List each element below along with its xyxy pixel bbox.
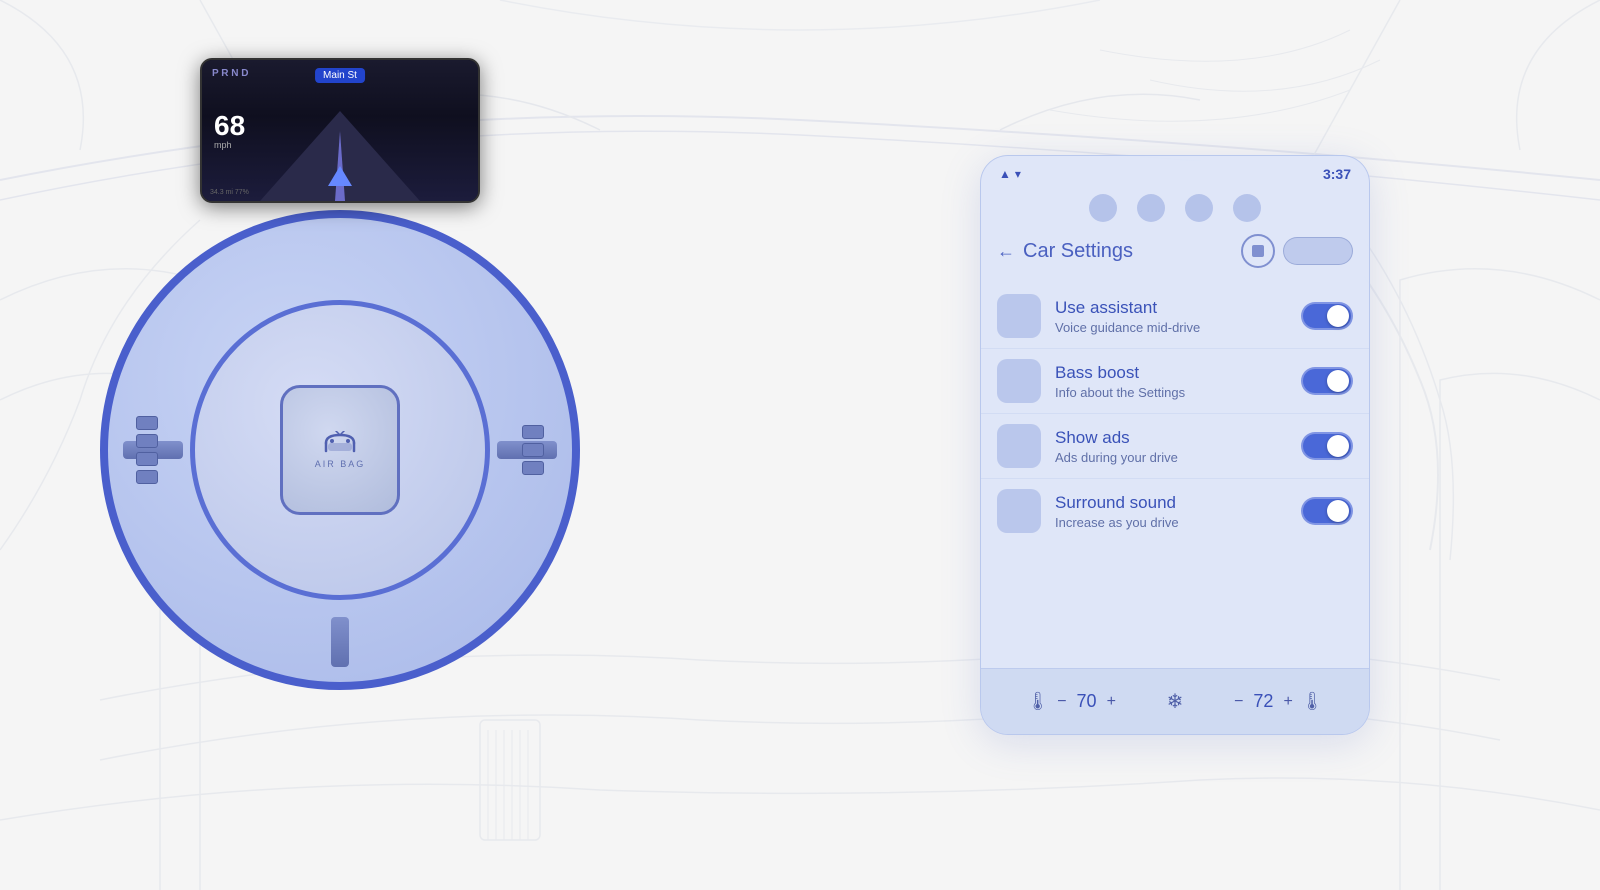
item-title-surround-sound: Surround sound	[1055, 493, 1287, 513]
ctrl-btn-6	[522, 443, 544, 457]
spoke-bottom	[331, 617, 349, 667]
ctrl-btn-4	[136, 470, 158, 484]
climate-group-right: − 72 + 🌡	[1234, 691, 1324, 712]
ctrl-btn-5	[522, 425, 544, 439]
steering-hub: AIR BAG	[280, 385, 400, 515]
item-icon-show-ads	[997, 424, 1041, 468]
fan-icon: ❄	[1167, 689, 1184, 714]
settings-item-bass-boost: Bass boost Info about the Settings	[981, 349, 1369, 414]
status-icons: ▲ ▾	[999, 167, 1021, 181]
toggle-show-ads[interactable]	[1301, 432, 1353, 460]
item-subtitle-show-ads: Ads during your drive	[1055, 450, 1287, 465]
stop-button[interactable]	[1241, 234, 1275, 268]
item-content-show-ads: Show ads Ads during your drive	[1055, 428, 1287, 465]
dot-btn-3[interactable]	[1185, 194, 1213, 222]
dot-btn-2[interactable]	[1137, 194, 1165, 222]
toggle-use-assistant[interactable]	[1301, 302, 1353, 330]
settings-item-use-assistant: Use assistant Voice guidance mid-drive	[981, 284, 1369, 349]
gear-indicator: P R N D	[212, 68, 249, 79]
toggle-knob-surround-sound	[1327, 500, 1349, 522]
header-right	[1241, 234, 1353, 268]
wheel-controls-right	[522, 425, 544, 475]
steering-wheel-outer: P R N D Main St 68 mph 34.3 mi 77%	[100, 210, 580, 690]
back-button[interactable]: ← Car Settings	[997, 240, 1133, 263]
heat-right-icon: 🌡	[1301, 691, 1324, 712]
item-subtitle-surround-sound: Increase as you drive	[1055, 515, 1287, 530]
climate-group-left: 🌡 − 70 +	[1026, 691, 1116, 712]
settings-item-surround-sound: Surround sound Increase as you drive	[981, 479, 1369, 543]
item-content-use-assistant: Use assistant Voice guidance mid-drive	[1055, 298, 1287, 335]
ctrl-btn-7	[522, 461, 544, 475]
item-subtitle-bass-boost: Info about the Settings	[1055, 385, 1287, 400]
temp-right-value: 72	[1253, 691, 1273, 712]
item-title-show-ads: Show ads	[1055, 428, 1287, 448]
item-icon-bass-boost	[997, 359, 1041, 403]
heat-left-icon: 🌡	[1026, 691, 1049, 712]
navigation-screen: P R N D Main St 68 mph 34.3 mi 77%	[200, 58, 480, 203]
item-icon-surround-sound	[997, 489, 1041, 533]
temp-left-value: 70	[1077, 691, 1097, 712]
settings-item-show-ads: Show ads Ads during your drive	[981, 414, 1369, 479]
wheel-controls-left	[136, 416, 158, 484]
speed-display: 68 mph	[214, 112, 245, 150]
item-title-bass-boost: Bass boost	[1055, 363, 1287, 383]
ctrl-btn-3	[136, 452, 158, 466]
item-title-use-assistant: Use assistant	[1055, 298, 1287, 318]
climate-fan-group: ❄	[1167, 689, 1184, 714]
toggle-knob-bass-boost	[1327, 370, 1349, 392]
toggle-knob-use-assistant	[1327, 305, 1349, 327]
battery-info: 34.3 mi 77%	[210, 189, 249, 196]
nav-arrow	[328, 166, 352, 186]
temp-right-plus-button[interactable]: +	[1283, 693, 1292, 711]
back-arrow-icon: ←	[997, 241, 1015, 262]
signal-icon: ▲	[999, 167, 1011, 181]
climate-control-right: − 72 +	[1234, 691, 1293, 712]
toggle-bass-boost[interactable]	[1301, 367, 1353, 395]
wifi-icon: ▾	[1015, 167, 1021, 181]
dot-btn-4[interactable]	[1233, 194, 1261, 222]
climate-control-left: − 70 +	[1057, 691, 1116, 712]
header-title: Car Settings	[1023, 240, 1133, 263]
status-time: 3:37	[1323, 166, 1351, 182]
settings-panel: ▲ ▾ 3:37 ← Car Settings Use assistant	[980, 155, 1370, 735]
item-content-bass-boost: Bass boost Info about the Settings	[1055, 363, 1287, 400]
climate-bar: 🌡 − 70 + ❄ − 72 + 🌡	[981, 668, 1369, 734]
nav-display: P R N D Main St 68 mph 34.3 mi 77%	[202, 60, 478, 201]
dots-row	[981, 188, 1369, 228]
item-subtitle-use-assistant: Voice guidance mid-drive	[1055, 320, 1287, 335]
ctrl-btn-2	[136, 434, 158, 448]
header-pill	[1283, 237, 1353, 265]
dot-btn-1[interactable]	[1089, 194, 1117, 222]
status-bar: ▲ ▾ 3:37	[981, 156, 1369, 188]
airbag-label: AIR BAG	[315, 459, 366, 469]
street-name: Main St	[315, 68, 365, 83]
temp-right-minus-button[interactable]: −	[1234, 693, 1243, 711]
stop-icon	[1252, 245, 1264, 257]
toggle-knob-show-ads	[1327, 435, 1349, 457]
settings-list: Use assistant Voice guidance mid-drive B…	[981, 278, 1369, 549]
steering-wheel-inner: AIR BAG	[190, 300, 490, 600]
settings-header: ← Car Settings	[981, 228, 1369, 278]
temp-left-minus-button[interactable]: −	[1057, 693, 1066, 711]
steering-wheel-container: P R N D Main St 68 mph 34.3 mi 77%	[80, 100, 600, 800]
toggle-surround-sound[interactable]	[1301, 497, 1353, 525]
item-content-surround-sound: Surround sound Increase as you drive	[1055, 493, 1287, 530]
android-logo-icon	[322, 431, 358, 455]
temp-left-plus-button[interactable]: +	[1107, 693, 1116, 711]
speed-unit: mph	[214, 140, 245, 150]
ctrl-btn-1	[136, 416, 158, 430]
item-icon-use-assistant	[997, 294, 1041, 338]
speed-number: 68	[214, 112, 245, 140]
